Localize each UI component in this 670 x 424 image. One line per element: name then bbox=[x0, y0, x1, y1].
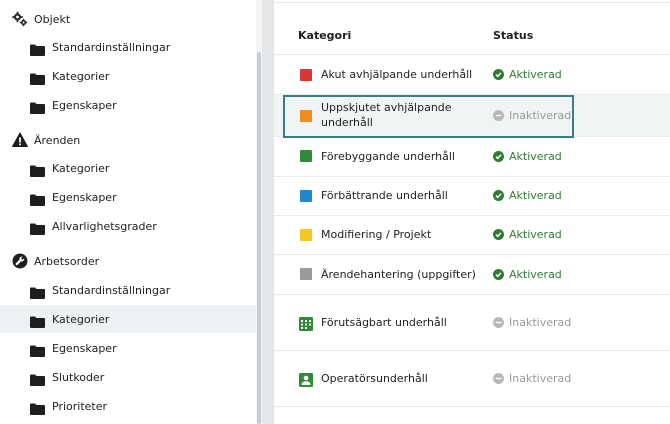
minus-circle-icon bbox=[493, 317, 504, 328]
status-text: Aktiverad bbox=[509, 189, 562, 202]
sidebar-item-arbetsorder-egenskaper[interactable]: Egenskaper bbox=[0, 338, 256, 358]
color-swatch bbox=[300, 190, 312, 202]
table-row[interactable]: Förutsägbart underhåll Inaktiverad bbox=[274, 295, 670, 351]
check-circle-icon bbox=[493, 69, 504, 80]
folder-icon bbox=[30, 191, 45, 206]
category-name: Förbättrande underhåll bbox=[321, 189, 448, 202]
table-row[interactable]: Modifiering / Projekt Aktiverad bbox=[274, 216, 670, 255]
folder-icon bbox=[30, 313, 45, 328]
sidebar-item-arbetsorder-kategorier[interactable]: Kategorier bbox=[0, 305, 256, 333]
sidebar-item-arenden-allvarlighetsgrader[interactable]: Allvarlighetsgrader bbox=[0, 216, 256, 236]
sidebar-item-arenden-kategorier[interactable]: Kategorier bbox=[0, 158, 256, 178]
color-swatch bbox=[300, 150, 312, 162]
focus-highlight bbox=[283, 95, 574, 138]
sidebar-item-label: Egenskaper bbox=[52, 98, 117, 112]
category-name: Operatörsunderhåll bbox=[321, 372, 428, 385]
status-text: Inaktiverad bbox=[509, 372, 572, 385]
table-row[interactable]: Ärendehantering (uppgifter) Aktiverad bbox=[274, 255, 670, 295]
status-badge: Aktiverad bbox=[493, 68, 562, 81]
status-badge: Inaktiverad bbox=[493, 372, 571, 385]
sidebar-section-arbetsorder[interactable]: Arbetsorder bbox=[0, 251, 256, 271]
gears-icon bbox=[12, 11, 28, 27]
sidebar-item-label: Slutkoder bbox=[52, 370, 105, 384]
color-swatch bbox=[300, 69, 312, 81]
color-swatch bbox=[300, 229, 312, 241]
status-badge: Aktiverad bbox=[493, 189, 562, 202]
sidebar-item-label: Kategorier bbox=[52, 69, 110, 83]
check-circle-icon bbox=[493, 269, 504, 280]
sidebar-item-label: Allvarlighetsgrader bbox=[52, 219, 157, 233]
check-circle-icon bbox=[493, 151, 504, 162]
status-text: Aktiverad bbox=[509, 150, 562, 163]
wrench-icon bbox=[12, 253, 28, 269]
panel-divider bbox=[262, 0, 274, 424]
status-text: Aktiverad bbox=[509, 228, 562, 241]
sidebar-item-label: Egenskaper bbox=[52, 190, 117, 204]
category-name: Modifiering / Projekt bbox=[321, 228, 432, 241]
settings-sidebar: Objekt Standardinställningar Kategorier … bbox=[0, 0, 256, 424]
table-row[interactable]: Förbättrande underhåll Aktiverad bbox=[274, 177, 670, 216]
status-text: Aktiverad bbox=[509, 268, 562, 281]
sidebar-item-objekt-standardinstallningar[interactable]: Standardinställningar bbox=[0, 37, 256, 57]
status-badge: Aktiverad bbox=[493, 228, 562, 241]
category-name: Akut avhjälpande underhåll bbox=[321, 68, 473, 81]
minus-circle-icon bbox=[493, 373, 504, 384]
folder-icon bbox=[30, 371, 45, 386]
sidebar-item-arbetsorder-prioriteter[interactable]: Prioriteter bbox=[0, 396, 256, 416]
table-row[interactable]: Operatörsunderhåll Inaktiverad bbox=[274, 351, 670, 407]
sidebar-section-label: Ärenden bbox=[34, 133, 81, 147]
status-text: Inaktiverad bbox=[509, 316, 572, 329]
sidebar-section-objekt[interactable]: Objekt bbox=[0, 9, 256, 29]
sidebar-item-arenden-egenskaper[interactable]: Egenskaper bbox=[0, 187, 256, 207]
category-name: Ärendehantering (uppgifter) bbox=[321, 268, 476, 281]
folder-icon bbox=[30, 284, 45, 299]
sidebar-item-arbetsorder-slutkoder[interactable]: Slutkoder bbox=[0, 367, 256, 387]
status-badge: Aktiverad bbox=[493, 268, 562, 281]
warning-icon bbox=[12, 132, 28, 148]
category-name: Förutsägbart underhåll bbox=[321, 316, 447, 329]
table-header-row bbox=[274, 0, 670, 55]
sidebar-item-label: Egenskaper bbox=[52, 341, 117, 355]
sidebar-item-arbetsorder-standardinstallningar[interactable]: Standardinställningar bbox=[0, 280, 256, 300]
sidebar-item-objekt-egenskaper[interactable]: Egenskaper bbox=[0, 95, 256, 115]
check-circle-icon bbox=[493, 229, 504, 240]
folder-icon bbox=[30, 342, 45, 357]
sidebar-section-label: Objekt bbox=[34, 12, 71, 26]
status-badge: Aktiverad bbox=[493, 150, 562, 163]
calendar-grid-icon bbox=[299, 316, 313, 335]
sidebar-item-label: Prioriteter bbox=[52, 399, 108, 413]
sidebar-section-label: Arbetsorder bbox=[34, 254, 100, 268]
folder-icon bbox=[30, 400, 45, 415]
operator-card-icon bbox=[299, 372, 313, 391]
sidebar-item-label: Standardinställningar bbox=[52, 283, 171, 297]
status-text: Aktiverad bbox=[509, 68, 562, 81]
categories-panel: Kategori Status Akut avhjälpande underhå… bbox=[274, 0, 670, 424]
sidebar-item-label: Kategorier bbox=[52, 161, 110, 175]
color-swatch bbox=[300, 268, 312, 280]
table-row[interactable]: Förebyggande underhåll Aktiverad bbox=[274, 137, 670, 177]
sidebar-scrollbar-thumb[interactable] bbox=[257, 52, 261, 424]
sidebar-section-arenden[interactable]: Ärenden bbox=[0, 130, 256, 150]
folder-icon bbox=[30, 41, 45, 56]
category-name: Förebyggande underhåll bbox=[321, 150, 455, 163]
status-badge: Inaktiverad bbox=[493, 316, 571, 329]
folder-icon bbox=[30, 70, 45, 85]
sidebar-item-objekt-kategorier[interactable]: Kategorier bbox=[0, 66, 256, 86]
sidebar-item-label: Standardinställningar bbox=[52, 40, 171, 54]
table-row[interactable]: Akut avhjälpande underhåll Aktiverad bbox=[274, 55, 670, 95]
folder-icon bbox=[30, 162, 45, 177]
folder-icon bbox=[30, 99, 45, 114]
sidebar-item-label: Kategorier bbox=[52, 312, 110, 326]
folder-icon bbox=[30, 220, 45, 235]
check-circle-icon bbox=[493, 190, 504, 201]
